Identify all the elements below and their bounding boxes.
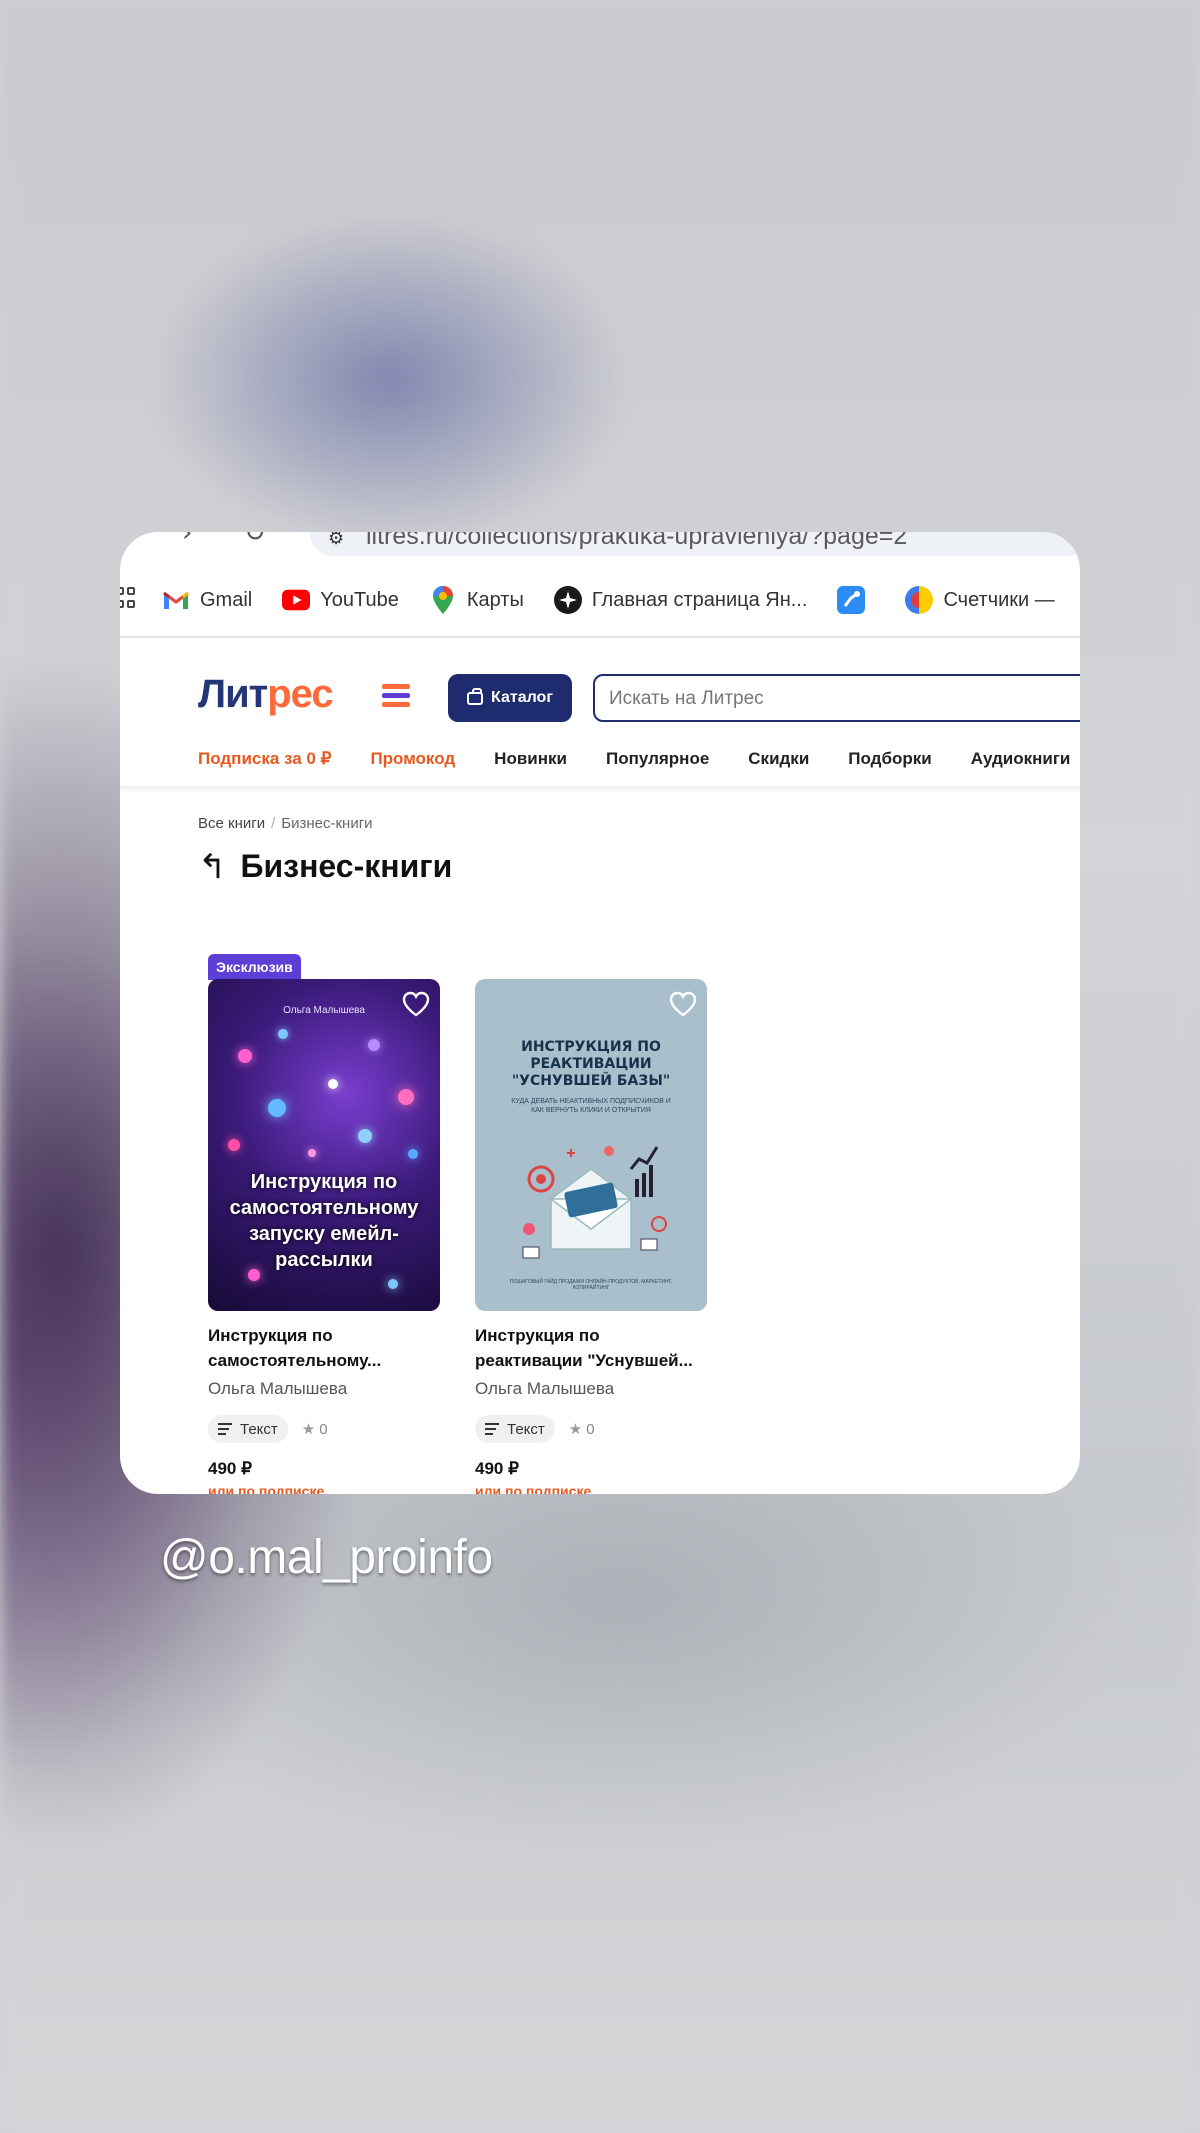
watermark-handle: @o.mal_proinfo	[160, 1531, 493, 1584]
cover-footer: ПОШАГОВЫЙ ГАЙД ПРОДАЖИ ОНЛАЙН-ПРОДУКТОВ,…	[509, 1279, 673, 1291]
metrica-icon	[837, 586, 866, 614]
format-label: Текст	[507, 1420, 545, 1438]
subscription-link[interactable]: или по подписке	[475, 1483, 707, 1494]
reload-icon[interactable]: ↻	[244, 532, 266, 548]
title-row: ↰ Бизнес-книги	[198, 848, 452, 885]
breadcrumb-root[interactable]: Все книги	[198, 815, 265, 832]
bookmark-label: Карты	[466, 588, 524, 611]
rating-value: 0	[319, 1420, 328, 1438]
book-price: 490 ₽	[475, 1459, 519, 1478]
rating: ★ 0	[302, 1420, 328, 1438]
sparkle-icon	[553, 586, 582, 614]
bookmark-metrica[interactable]	[837, 586, 875, 614]
catalog-button[interactable]: Каталог	[448, 674, 572, 722]
address-bar[interactable]: ⚙ litres.ru/collections/praktika-upravle…	[310, 532, 1080, 556]
book-meta: Текст ★ 0	[475, 1415, 707, 1443]
header-shadow	[120, 786, 1080, 794]
logo-main-text: Лит	[198, 672, 268, 716]
subscription-link[interactable]: или по подписке	[208, 1483, 440, 1494]
page-title: Бизнес-книги	[240, 848, 453, 884]
cover-subtitle: КУДА ДЕВАТЬ НЕАКТИВНЫХ ПОДПИСЧИКОВ И КАК…	[511, 1098, 671, 1114]
nav-collections[interactable]: Подборки	[848, 749, 931, 769]
format-pill: Текст	[208, 1415, 288, 1443]
bookmark-label: YouTube	[320, 588, 399, 611]
catalog-label: Каталог	[491, 689, 553, 706]
book-author[interactable]: Ольга Малышева	[475, 1379, 707, 1399]
nav-popular[interactable]: Популярное	[606, 749, 709, 769]
envelope-illustration	[522, 1146, 667, 1259]
counters-icon	[905, 586, 934, 614]
book-title[interactable]: Инструкция по самостоятельному...	[208, 1323, 440, 1373]
exclusive-badge: Эксклюзив	[208, 954, 301, 980]
nav-discounts[interactable]: Скидки	[748, 749, 809, 769]
bookmark-yandex-home[interactable]: Главная страница Ян...	[553, 586, 808, 614]
back-arrow-icon[interactable]: ↰	[198, 850, 227, 884]
bookmark-label: Главная страница Ян...	[591, 588, 808, 611]
cover-title: Инструкция по самостоятельному запуску е…	[229, 1171, 419, 1271]
book-card[interactable]: ИНСТРУКЦИЯ ПО РЕАКТИВАЦИИ "УСНУВШЕЙ БАЗЫ…	[475, 979, 707, 1494]
bookmark-label: Gmail	[200, 588, 253, 611]
book-author[interactable]: Ольга Малышева	[208, 1379, 440, 1399]
bookmarks-bar: Gmail YouTube Карты Главная страница Ян.…	[120, 582, 1080, 618]
star-icon: ★	[568, 1420, 583, 1438]
youtube-icon	[282, 587, 311, 613]
site-settings-icon[interactable]: ⚙	[328, 532, 344, 549]
url-text: litres.ru/collections/praktika-upravleni…	[366, 532, 908, 550]
book-meta: Текст ★ 0	[208, 1415, 440, 1443]
book-cover[interactable]: Ольга Малышева Инструкция по самостоятел…	[208, 979, 440, 1311]
litres-logo[interactable]: Литрес	[198, 672, 334, 717]
format-label: Текст	[240, 1420, 278, 1438]
gmail-icon	[162, 587, 190, 613]
breadcrumb-separator: /	[271, 815, 276, 832]
bookmark-label: Счетчики —	[943, 588, 1055, 611]
bookmark-counters[interactable]: Счетчики —	[905, 586, 1055, 614]
rating-value: 0	[586, 1420, 595, 1438]
star-icon: ★	[301, 1420, 316, 1438]
maps-pin-icon	[429, 586, 457, 614]
logo-accent-text: рес	[267, 672, 333, 716]
browser-toolbar: › ↻ ⚙ litres.ru/collections/praktika-upr…	[120, 532, 1080, 562]
nav-subscription[interactable]: Подписка за 0 ₽	[198, 749, 331, 769]
search-input[interactable]: Искать на Литрес	[593, 674, 1080, 722]
breadcrumb-current: Бизнес-книги	[281, 815, 373, 832]
book-cover[interactable]: ИНСТРУКЦИЯ ПО РЕАКТИВАЦИИ "УСНУВШЕЙ БАЗЫ…	[475, 979, 707, 1311]
browser-divider	[120, 636, 1080, 638]
breadcrumb: Все книги / Бизнес-книги	[198, 815, 373, 832]
forward-icon[interactable]: ›	[182, 532, 192, 548]
text-lines-icon	[485, 1420, 499, 1438]
bookmark-maps[interactable]: Карты	[429, 586, 524, 614]
format-pill: Текст	[475, 1415, 555, 1443]
nav-new[interactable]: Новинки	[494, 749, 567, 769]
book-card[interactable]: Эксклюзив Ольга Малышева Инструкция по с…	[208, 954, 440, 1494]
book-title[interactable]: Инструкция по реактивации "Уснувшей...	[475, 1323, 707, 1373]
main-nav: Подписка за 0 ₽ Промокод Новинки Популяр…	[198, 749, 1080, 769]
screenshot-card: › ↻ ⚙ litres.ru/collections/praktika-upr…	[120, 532, 1080, 1494]
book-price: 490 ₽	[208, 1459, 252, 1478]
bookmark-youtube[interactable]: YouTube	[282, 587, 399, 613]
bookmark-gmail[interactable]: Gmail	[162, 587, 252, 613]
cover-title: ИНСТРУКЦИЯ ПО РЕАКТИВАЦИИ "УСНУВШЕЙ БАЗЫ…	[511, 1039, 671, 1089]
text-lines-icon	[218, 1420, 232, 1438]
rating: ★ 0	[569, 1420, 595, 1438]
nav-audiobooks[interactable]: Аудиокниги	[971, 749, 1071, 769]
nav-promocode[interactable]: Промокод	[370, 749, 455, 769]
catalog-bag-icon	[467, 687, 483, 705]
favorite-heart-icon[interactable]	[402, 991, 430, 1017]
logo-stripes-icon	[382, 684, 410, 708]
favorite-heart-icon[interactable]	[669, 991, 697, 1017]
